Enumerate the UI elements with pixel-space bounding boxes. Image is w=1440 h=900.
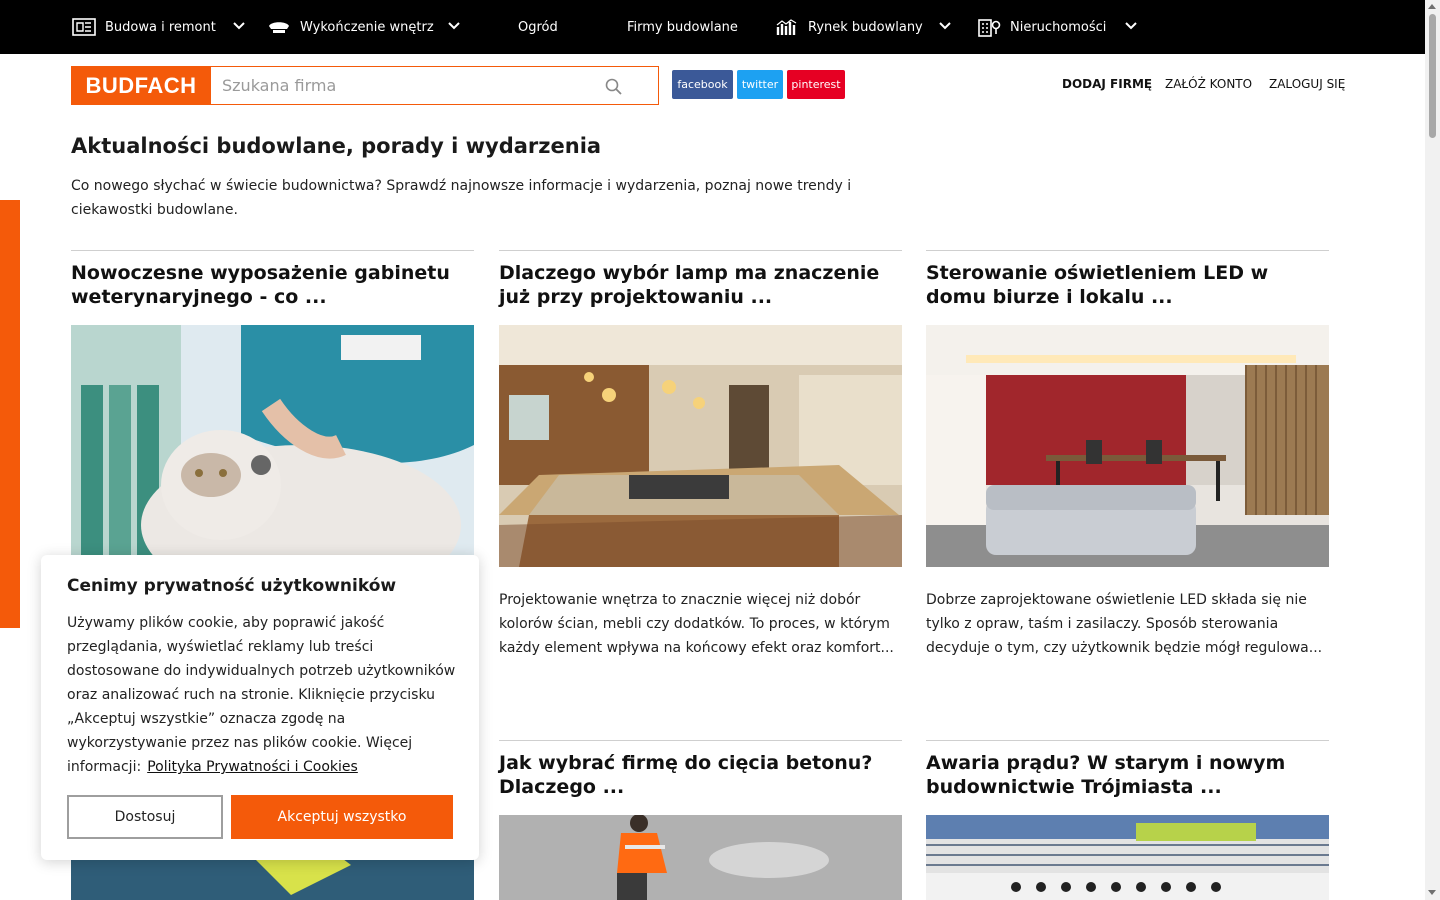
scroll-up-arrow[interactable] bbox=[1428, 4, 1436, 9]
side-accent-tab[interactable] bbox=[0, 200, 20, 628]
article-title[interactable]: Awaria prądu? W starym i nowym budownict… bbox=[926, 751, 1329, 799]
article-title[interactable]: Nowoczesne wyposażenie gabinetu weteryna… bbox=[71, 261, 474, 309]
pinterest-button[interactable]: pinterest bbox=[787, 70, 845, 99]
page-scrollbar[interactable] bbox=[1425, 0, 1440, 900]
cookie-title: Cenimy prywatność użytkowników bbox=[67, 576, 397, 596]
login-link[interactable]: ZALOGUJ SIĘ bbox=[1269, 77, 1345, 91]
search-input[interactable] bbox=[211, 67, 591, 104]
scroll-thumb[interactable] bbox=[1429, 14, 1436, 138]
nav-item-label: Firmy budowlane bbox=[627, 19, 738, 35]
article-image-concrete[interactable] bbox=[499, 815, 902, 900]
article-card[interactable]: Sterowanie oświetleniem LED w domu biurz… bbox=[926, 250, 1329, 710]
article-title[interactable]: Jak wybrać firmę do cięcia betonu? Dlacz… bbox=[499, 751, 902, 799]
customize-button[interactable]: Dostosuj bbox=[67, 795, 223, 839]
article-excerpt: Dobrze zaprojektowane oświetlenie LED sk… bbox=[926, 592, 1323, 656]
nav-item-rynek[interactable]: Rynek budowlany bbox=[775, 0, 951, 54]
article-image-office[interactable] bbox=[926, 325, 1329, 567]
search-icon[interactable] bbox=[604, 77, 624, 97]
article-excerpt: Projektowanie wnętrza to znacznie więcej… bbox=[499, 592, 894, 656]
article-image-electrical[interactable] bbox=[926, 815, 1329, 900]
article-title[interactable]: Dlaczego wybór lamp ma znaczenie już prz… bbox=[499, 261, 902, 309]
nav-item-ogrod[interactable]: Ogród bbox=[518, 0, 558, 54]
article-image-kitchen[interactable] bbox=[499, 325, 902, 567]
paint-roller-icon bbox=[267, 17, 291, 37]
register-link[interactable]: ZAŁÓŻ KONTO bbox=[1165, 77, 1252, 91]
cookie-body: Używamy plików cookie, aby poprawić jako… bbox=[67, 615, 456, 775]
chevron-down-icon[interactable] bbox=[232, 19, 246, 33]
chevron-down-icon[interactable] bbox=[1124, 19, 1138, 33]
privacy-policy-link[interactable]: Polityka Prywatności i Cookies bbox=[147, 759, 358, 775]
nav-item-label: Ogród bbox=[518, 19, 558, 35]
nav-item-label: Rynek budowlany bbox=[808, 19, 923, 35]
house-plan-icon bbox=[72, 17, 96, 37]
search-box bbox=[210, 66, 659, 105]
cookie-consent-dialog: Cenimy prywatność użytkowników Używamy p… bbox=[41, 555, 479, 860]
page-description: Co nowego słychać w świecie budownictwa?… bbox=[71, 178, 852, 218]
site-logo[interactable]: BUDFACH bbox=[71, 66, 211, 105]
nav-item-firmy[interactable]: Firmy budowlane bbox=[627, 0, 738, 54]
accept-all-button[interactable]: Akceptuj wszystko bbox=[231, 795, 453, 839]
chevron-down-icon[interactable] bbox=[447, 19, 461, 33]
facebook-button[interactable]: facebook bbox=[672, 70, 733, 99]
twitter-button[interactable]: twitter bbox=[737, 70, 783, 99]
bar-chart-icon bbox=[775, 17, 799, 37]
top-navigation: Budowa i remont Wykończenie wnętrz Ogród… bbox=[0, 0, 1425, 54]
nav-item-label: Nieruchomości bbox=[1010, 19, 1107, 35]
page-title: Aktualności budowlane, porady i wydarzen… bbox=[71, 134, 602, 158]
nav-item-budowa[interactable]: Budowa i remont bbox=[72, 0, 245, 54]
article-title[interactable]: Sterowanie oświetleniem LED w domu biurz… bbox=[926, 261, 1329, 309]
scroll-down-arrow[interactable] bbox=[1428, 890, 1436, 895]
nav-item-label: Wykończenie wnętrz bbox=[300, 19, 434, 35]
nav-item-label: Budowa i remont bbox=[105, 19, 216, 35]
chevron-down-icon[interactable] bbox=[938, 19, 952, 33]
article-card[interactable]: Awaria prądu? W starym i nowym budownict… bbox=[926, 740, 1329, 900]
article-card[interactable]: Jak wybrać firmę do cięcia betonu? Dlacz… bbox=[499, 740, 902, 900]
cookie-text: Używamy plików cookie, aby poprawić jako… bbox=[67, 611, 459, 779]
nav-item-nieruchomosci[interactable]: Nieruchomości bbox=[977, 0, 1137, 54]
article-card[interactable]: Dlaczego wybór lamp ma znaczenie już prz… bbox=[499, 250, 902, 710]
building-pin-icon bbox=[977, 17, 1001, 37]
add-company-link[interactable]: DODAJ FIRMĘ bbox=[1062, 77, 1152, 91]
nav-item-wykonczenie[interactable]: Wykończenie wnętrz bbox=[267, 0, 460, 54]
